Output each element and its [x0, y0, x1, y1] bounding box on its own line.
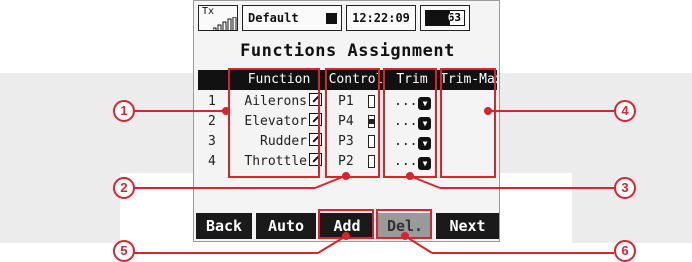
callout-leader-lines	[134, 107, 614, 254]
callout-2: 2	[113, 177, 135, 199]
callout-6: 6	[614, 240, 636, 262]
callout-3: 3	[614, 177, 636, 199]
callout-1: 1	[113, 100, 135, 122]
callout-5: 5	[113, 240, 135, 262]
callout-4: 4	[614, 100, 636, 122]
